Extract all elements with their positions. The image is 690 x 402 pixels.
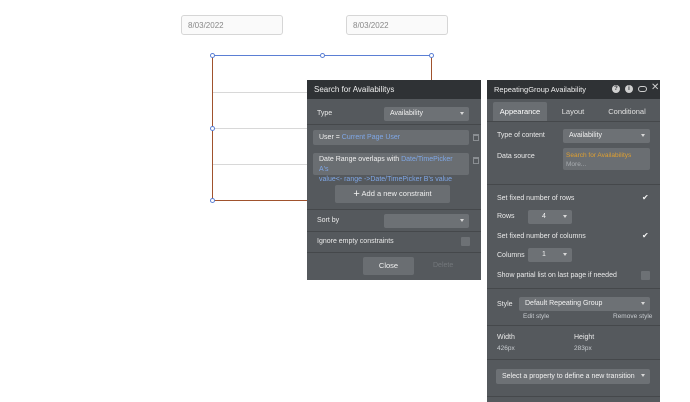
- delete-button[interactable]: Delete: [433, 262, 453, 269]
- columns-label: Columns: [497, 252, 525, 259]
- type-of-content-dropdown[interactable]: Availability: [563, 129, 650, 143]
- divider: [487, 288, 660, 289]
- partial-list-checkbox[interactable]: [641, 271, 650, 280]
- type-of-content-value: Availability: [569, 132, 602, 139]
- help-icon[interactable]: ?: [612, 85, 620, 93]
- tab-conditional[interactable]: Conditional: [603, 102, 651, 121]
- divider: [307, 124, 481, 125]
- resize-handle[interactable]: [210, 53, 215, 58]
- info-icon[interactable]: i: [625, 85, 633, 93]
- width-value[interactable]: 426px: [497, 345, 515, 352]
- chevron-down-icon: [563, 253, 567, 256]
- style-dropdown[interactable]: Default Repeating Group: [519, 297, 650, 311]
- fixed-rows-checkbox[interactable]: ✔: [642, 193, 649, 202]
- constraint-user[interactable]: User = Current Page User: [313, 130, 479, 145]
- data-source-field[interactable]: Search for Availabilitys More...: [563, 148, 650, 170]
- divider: [487, 325, 660, 326]
- resize-handle[interactable]: [210, 198, 215, 203]
- date-picker-b[interactable]: 8/03/2022: [346, 15, 448, 35]
- add-constraint-label: Add a new constraint: [361, 189, 432, 198]
- height-label: Height: [574, 334, 595, 341]
- constraint-date-field: Date Range overlaps with: [319, 156, 402, 163]
- tab-layout[interactable]: Layout: [551, 102, 595, 121]
- ignore-empty-label: Ignore empty constraints: [317, 238, 394, 245]
- rows-label: Rows: [497, 213, 515, 220]
- tab-appearance[interactable]: Appearance: [493, 102, 547, 121]
- date-picker-a[interactable]: 8/03/2022: [181, 15, 283, 35]
- edit-style-link[interactable]: Edit style: [523, 313, 549, 320]
- type-dropdown-value: Availability: [390, 110, 423, 117]
- tab-divider: [487, 121, 660, 122]
- columns-value: 1: [542, 251, 546, 258]
- resize-handle[interactable]: [320, 53, 325, 58]
- chevron-down-icon: [641, 374, 645, 377]
- rows-dropdown[interactable]: 4: [528, 210, 572, 224]
- resize-handle[interactable]: [210, 126, 215, 131]
- trash-icon[interactable]: [473, 134, 479, 141]
- fixed-columns-label: Set fixed number of columns: [497, 233, 586, 240]
- divider: [487, 184, 660, 185]
- chevron-down-icon: [460, 219, 464, 222]
- data-source-value[interactable]: Search for Availabilitys: [566, 151, 647, 160]
- style-value: Default Repeating Group: [525, 300, 603, 307]
- close-button[interactable]: Close: [363, 257, 414, 275]
- add-constraint-button[interactable]: + Add a new constraint: [335, 185, 450, 203]
- partial-list-label: Show partial list on last page if needed: [497, 272, 617, 279]
- columns-dropdown[interactable]: 1: [528, 248, 572, 262]
- width-label: Width: [497, 334, 515, 341]
- date-picker-b-value: 8/03/2022: [353, 21, 389, 30]
- chevron-down-icon: [563, 215, 567, 218]
- fixed-columns-checkbox[interactable]: ✔: [642, 231, 649, 240]
- search-panel-title: Search for Availabilitys: [307, 80, 481, 99]
- transition-dropdown[interactable]: Select a property to define a new transi…: [496, 369, 650, 384]
- type-label: Type: [317, 110, 333, 117]
- chevron-down-icon: [460, 112, 464, 115]
- resize-handle[interactable]: [429, 53, 434, 58]
- date-picker-a-value: 8/03/2022: [188, 21, 224, 30]
- sort-by-dropdown[interactable]: [384, 214, 469, 228]
- chevron-down-icon: [641, 302, 645, 305]
- trash-icon[interactable]: [473, 157, 479, 164]
- plus-icon: +: [353, 188, 360, 200]
- rows-value: 4: [542, 213, 546, 220]
- type-dropdown[interactable]: Availability: [384, 107, 469, 121]
- sort-by-label: Sort by: [317, 217, 340, 224]
- comment-icon[interactable]: [638, 86, 647, 92]
- fixed-rows-label: Set fixed number of rows: [497, 195, 575, 202]
- constraint-date-range[interactable]: Date Range overlaps with Date/TimePicker…: [313, 153, 479, 183]
- height-value[interactable]: 283px: [574, 345, 592, 352]
- constraint-user-field: User =: [319, 134, 342, 141]
- divider: [307, 209, 481, 210]
- divider: [307, 252, 481, 253]
- close-icon[interactable]: ✕: [651, 82, 659, 93]
- type-of-content-label: Type of content: [497, 132, 545, 139]
- data-source-label: Data source: [497, 153, 535, 160]
- remove-style-link[interactable]: Remove style: [613, 313, 652, 320]
- data-source-more[interactable]: More...: [566, 160, 647, 169]
- ignore-empty-checkbox[interactable]: [461, 237, 470, 246]
- style-label: Style: [497, 301, 513, 308]
- divider: [487, 359, 660, 360]
- chevron-down-icon: [641, 134, 645, 137]
- constraint-user-value: Current Page User: [341, 134, 401, 141]
- transition-placeholder: Select a property to define a new transi…: [502, 373, 635, 380]
- divider: [487, 396, 660, 397]
- rg-panel-title: RepeatingGroup Availability: [487, 80, 660, 99]
- divider: [307, 231, 481, 232]
- constraint-date-value-b: value<- range ->Date/TimePicker B's valu…: [319, 176, 452, 183]
